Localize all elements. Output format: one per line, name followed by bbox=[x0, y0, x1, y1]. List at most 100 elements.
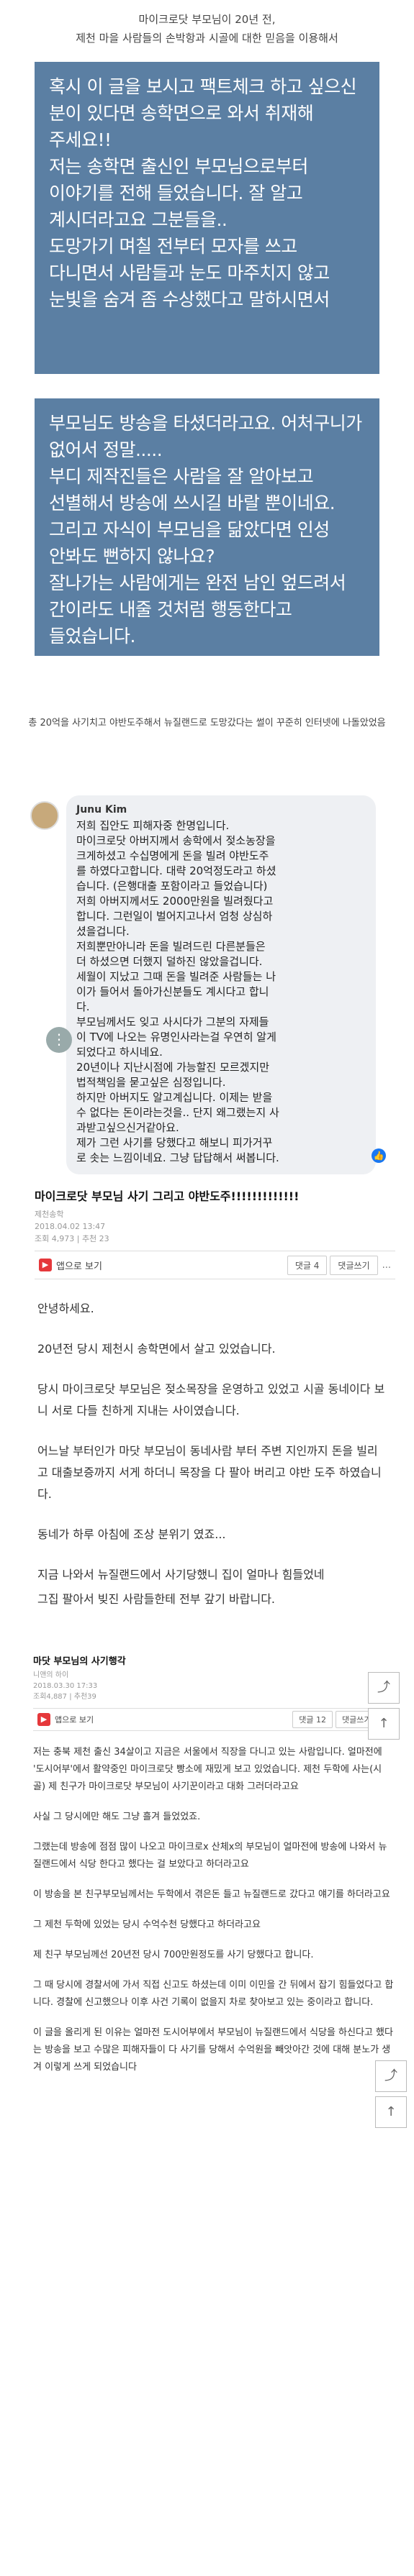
comment-line: 다. bbox=[76, 1000, 90, 1013]
header-line-2: 제천 마을 사람들의 손박항과 시골에 대한 믿음을 이용해서 bbox=[76, 32, 338, 45]
scroll-top-button[interactable]: ↑ bbox=[375, 2096, 407, 2128]
post-stats: 조회 4,973 | 추천 23 bbox=[35, 1234, 109, 1243]
open-in-app-button[interactable]: ▶ 앱으로 보기 bbox=[39, 1259, 284, 1272]
comment-line: 로 솟는 느낌이네요. 그냥 답답해서 써봅니다. bbox=[76, 1151, 279, 1164]
comment-line: 수 없다는 돈이라는것을.. 단지 왜그랬는지 사 bbox=[76, 1106, 279, 1119]
comment-line: 셨을겁니다. bbox=[76, 925, 130, 938]
post-title: 마이크로닷 부모님 사기 그리고 야반도주!!!!!!!!!!!!! bbox=[35, 1189, 300, 1203]
post-toolbar: ▶ 앱으로 보기 댓글 12 댓글쓰기 ... bbox=[33, 1708, 394, 1731]
post-paragraph: 그랬는데 방송에 점점 많이 나오고 마이크로x 산체x의 부모님이 얼마전에 … bbox=[33, 1842, 387, 1870]
comment-line: 합니다. 그런일이 벌어지고나서 엄청 상심하 bbox=[76, 910, 273, 923]
comment-line: 이 TV에 나오는 유명인사라는걸 우연히 알게 bbox=[76, 1031, 276, 1043]
post-stats: 조회4,887 | 추천39 bbox=[33, 1693, 96, 1701]
more-icon[interactable]: ⋮ bbox=[46, 1027, 72, 1053]
post-paragraph: 지금 나와서 뉴질랜드에서 사기당했니 집이 얼마나 힘들었네 bbox=[37, 1568, 325, 1581]
like-icon[interactable]: 👍 bbox=[372, 1148, 386, 1163]
post-paragraph: 그 제천 두학에 있었는 당시 수억수천 당했다고 하더라고요 bbox=[33, 1919, 261, 1930]
quote-card-1: 혹시 이 글을 보시고 팩트체크 하고 싶으신 분이 있다면 송학면으로 와서 … bbox=[35, 62, 379, 374]
comment-line: 더 하셨으면 더했지 덜하진 않았을겁니다. bbox=[76, 955, 263, 968]
post-toolbar: ▶ 앱으로 보기 댓글 4 댓글쓰기 ... bbox=[35, 1251, 395, 1279]
post-paragraph: 저는 충북 제천 출신 34살이고 지금은 서울에서 직장을 다니고 있는 사람… bbox=[33, 1747, 382, 1792]
comment-line: 부모님께서도 잊고 사시다가 그분의 자제들 bbox=[76, 1015, 269, 1028]
commenter-name[interactable]: Junu Kim bbox=[76, 804, 366, 816]
comment-line: 를 하였다고합니다. 대략 20억정도라고 하셨 bbox=[76, 864, 276, 877]
recommend-count: 추천 23 bbox=[81, 1234, 109, 1243]
comment-line: 저희뿐만아니라 돈을 빌려드린 다른분들은 bbox=[76, 940, 266, 953]
quote-line: 안봐도 뻔하지 않나요? bbox=[49, 546, 215, 567]
quote-line: 눈빛을 숨겨 좀 수상했다고 말하시면서 bbox=[49, 289, 330, 310]
post-paragraph: 어느날 부터인가 마닷 부모님이 동네사람 부터 주변 지인까지 돈을 빌리고 … bbox=[37, 1444, 382, 1501]
comment-line: 크게하셨고 수십명에게 돈을 빌려 야반도주 bbox=[76, 849, 269, 862]
post-paragraph: 당시 마이크로닷 부모님은 젖소목장을 운영하고 있었고 시골 동네이다 보니 … bbox=[37, 1382, 385, 1417]
more-button[interactable]: ... bbox=[382, 1260, 391, 1271]
comment-bubble: Junu Kim 저희 집안도 피해자중 한명입니다. 마이크로닷 아버지께서 … bbox=[66, 795, 386, 1174]
quote-line: 계시더라고요 그분들을.. bbox=[49, 209, 228, 230]
open-in-app-button[interactable]: ▶ 앱으로 보기 bbox=[37, 1713, 289, 1726]
open-in-app-label: 앱으로 보기 bbox=[55, 1715, 94, 1725]
quote-line: 들었습니다. bbox=[49, 626, 135, 647]
avatar[interactable] bbox=[30, 801, 59, 830]
post-paragraph: 동네가 하루 아침에 조상 분위기 였죠... bbox=[37, 1527, 226, 1541]
reply-arrow-button[interactable]: ⤴ bbox=[375, 2060, 407, 2092]
quote-line: 도망가기 며칠 전부터 모자를 쓰고 bbox=[49, 236, 297, 257]
quote-line: 혹시 이 글을 보시고 팩트체크 하고 싶으신 bbox=[49, 76, 357, 97]
comment-line: 저희 집안도 피해자중 한명입니다. bbox=[76, 819, 230, 832]
quote-line: 분이 있다면 송학면으로 와서 취재해 bbox=[49, 103, 314, 124]
post-paragraph: 이 방송을 본 친구부모님께서는 두학에서 겪은돈 들고 뉴질랜드로 갔다고 얘… bbox=[33, 1889, 390, 1900]
post-date: 2018.03.30 17:33 bbox=[33, 1682, 98, 1690]
quote-line: 그리고 자식이 부모님을 닮았다면 인성 bbox=[49, 519, 330, 540]
quote-line: 부모님도 방송을 타셨더라고요. 어처구니가 bbox=[49, 413, 362, 434]
comment-line: 20년이나 지난시점에 가능할진 모르겠지만 bbox=[76, 1061, 269, 1074]
comment-text: 저희 집안도 피해자중 한명입니다. 마이크로닷 아버지께서 송학에서 젖소농장… bbox=[76, 818, 366, 1166]
open-in-app-label: 앱으로 보기 bbox=[56, 1261, 102, 1272]
quote-line: 부디 제작진들은 사람을 잘 알아보고 bbox=[49, 466, 314, 487]
app-icon: ▶ bbox=[39, 1259, 52, 1271]
quote-line: 선별해서 방송에 쓰시길 바랄 뿐이네요. bbox=[49, 493, 336, 513]
page-header: 마이크로닷 부모님이 20년 전, 제천 마을 사람들의 손박항과 시골에 대한… bbox=[0, 0, 414, 62]
quote-card-2: 부모님도 방송을 타셨더라고요. 어처구니가 없어서 정말..... 부디 제작… bbox=[35, 398, 379, 656]
comment-line: 되었다고 하시네요. bbox=[76, 1046, 163, 1059]
comment-line: 습니다. (은행대출 포함이라고 들었습니다) bbox=[76, 880, 268, 892]
post-author[interactable]: 니앤의 하이 bbox=[33, 1670, 394, 1681]
comment-count-button[interactable]: 댓글 12 bbox=[292, 1711, 333, 1728]
view-count: 조회 4,973 bbox=[35, 1234, 75, 1243]
comment-line: 하지만 아버지도 알고계십니다. 이제는 받을 bbox=[76, 1091, 273, 1104]
quote-line: 주세요!! bbox=[49, 129, 112, 150]
quote-line: 이야기를 전해 들었습니다. 잘 알고 bbox=[49, 183, 303, 204]
post-2: 마닷 부모님의 사기행각 니앤의 하이 2018.03.30 17:33 조회4… bbox=[33, 1653, 407, 2128]
comment-line: 세월이 지났고 그때 돈을 빌려준 사람들는 나 bbox=[76, 970, 276, 983]
caption: 총 20억을 사기치고 야반도주해서 뉴질랜드로 도망갔다는 썰이 꾸준히 인터… bbox=[28, 718, 386, 729]
post-paragraph: 안녕하세요. bbox=[37, 1302, 94, 1315]
post-paragraph: 그 때 당시에 경찰서에 가서 직접 신고도 하셨는데 이미 이민을 간 뒤에서… bbox=[33, 1980, 394, 2008]
comment-line: 법적책임을 묻고싶은 심정입니다. bbox=[76, 1076, 226, 1089]
reply-arrow-button[interactable]: ⤴ bbox=[368, 1672, 400, 1704]
post-paragraph: 제 친구 부모님께선 20년전 당시 700만원정도를 사기 당했다고 합니다. bbox=[33, 1950, 314, 1960]
comment-line: 제가 그런 사기를 당했다고 해보니 피가거꾸 bbox=[76, 1136, 273, 1149]
post-title: 마닷 부모님의 사기행각 bbox=[33, 1656, 126, 1667]
comment-count-button[interactable]: 댓글 4 bbox=[287, 1255, 328, 1275]
quote-line: 없어서 정말..... bbox=[49, 439, 163, 460]
post-paragraph: 그집 팔아서 빚진 사람들한테 전부 갚기 바랍니다. bbox=[37, 1592, 276, 1606]
post-meta: 제천송학 2018.04.02 13:47 조회 4,973 | 추천 23 bbox=[35, 1208, 395, 1245]
comment-line: 저희 아버지께서도 2000만원을 빌려줬다고 bbox=[76, 895, 274, 908]
recommend-count: 추천39 bbox=[73, 1693, 96, 1701]
comment-line: 이가 들어서 돌아가신분들도 계시다고 합니 bbox=[76, 985, 269, 998]
quote-line: 잘나가는 사람에게는 완전 남인 엎드려서 bbox=[49, 572, 346, 593]
post-date: 2018.04.02 13:47 bbox=[35, 1222, 106, 1231]
quote-line: 간이라도 내줄 것처럼 행동한다고 bbox=[49, 599, 292, 620]
header-line-1: 마이크로닷 부모님이 20년 전, bbox=[138, 13, 276, 26]
post-body: 저는 충북 제천 출신 34살이고 지금은 서울에서 직장을 다니고 있는 사람… bbox=[33, 1744, 407, 2128]
facebook-comment: Junu Kim 저희 집안도 피해자중 한명입니다. 마이크로닷 아버지께서 … bbox=[30, 795, 397, 1174]
post-paragraph: 20년전 당시 제천시 송학면에서 살고 있었습니다. bbox=[37, 1342, 276, 1356]
write-comment-button[interactable]: 댓글쓰기 bbox=[330, 1255, 378, 1275]
quote-line: 다니면서 사람들과 눈도 마주치지 않고 bbox=[49, 262, 330, 283]
post-1: 마이크로닷 부모님 사기 그리고 야반도주!!!!!!!!!!!!! 제천송학 … bbox=[35, 1175, 400, 1740]
view-count: 조회4,887 bbox=[33, 1693, 68, 1701]
post-meta: 니앤의 하이 2018.03.30 17:33 조회4,887 | 추천39 bbox=[33, 1670, 394, 1702]
quote-line: 저는 송학면 출신인 부모님으로부터 bbox=[49, 156, 308, 177]
post-body: 안녕하세요. 20년전 당시 제천시 송학면에서 살고 있었습니다. 당시 마이… bbox=[35, 1298, 400, 1740]
scroll-top-button[interactable]: ↑ bbox=[368, 1708, 400, 1740]
app-icon: ▶ bbox=[37, 1713, 50, 1726]
post-paragraph: 사실 그 당시에만 해도 그냥 흘겨 들었었죠. bbox=[33, 1812, 201, 1822]
post-author[interactable]: 제천송학 bbox=[35, 1208, 395, 1220]
